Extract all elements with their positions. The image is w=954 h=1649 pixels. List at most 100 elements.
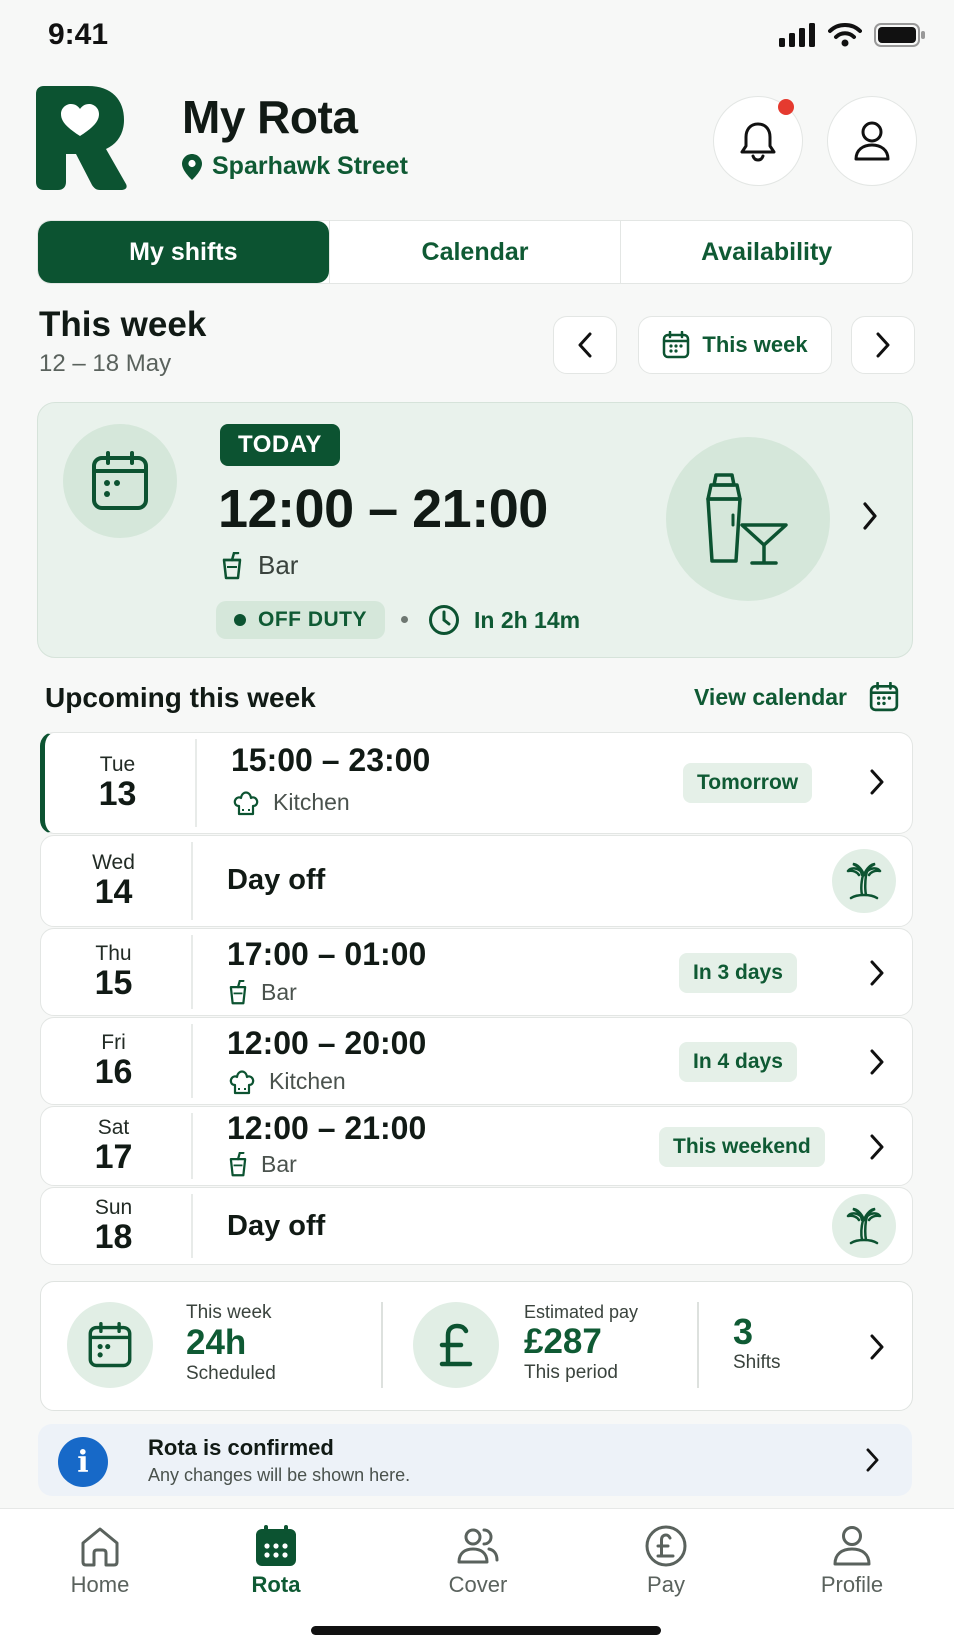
pay-summary: Estimated pay £287 This period [524,1302,638,1384]
previous-week-button[interactable] [553,316,617,374]
shift-row-sat[interactable]: Sat 17 12:00 – 21:00 Bar This weekend [40,1106,913,1186]
row-shift-time: 15:00 – 23:00 [231,742,431,778]
row-department-label: Kitchen [273,789,350,815]
tab-availability[interactable]: Availability [620,221,912,283]
app-logo [36,86,128,190]
account-button[interactable] [827,96,917,186]
shifts-summary: 3 Shifts [733,1312,781,1374]
notification-dot [778,99,794,115]
row-day-name: Tue [99,753,136,777]
row-chevron [870,960,884,986]
week-title: This week [39,305,207,344]
row-day-name: Sat [97,1116,130,1140]
today-department-label: Bar [258,550,299,580]
row-day-name: Thu [95,942,132,966]
cup-icon [229,1152,247,1177]
row-day-name: Fri [101,1031,126,1055]
chevron-right-icon [870,960,884,986]
user-icon [833,1526,871,1566]
summary-chevron [870,1334,884,1360]
row-department: Kitchen [233,789,350,816]
nav-profile[interactable]: Profile [792,1524,912,1598]
notifications-button[interactable] [713,96,803,186]
view-tabs: My shifts Calendar Availability [37,220,913,284]
status-label: OFF DUTY [258,608,367,631]
next-week-button[interactable] [851,316,915,374]
nav-pay-label: Pay [647,1572,685,1597]
shift-row-tue[interactable]: Tue 13 15:00 – 23:00 Kitchen Tomorrow [40,732,913,834]
row-department: Bar [229,979,297,1006]
row-department-label: Bar [261,1151,297,1177]
week-range: 12 – 18 May [39,350,172,377]
today-open-chevron[interactable] [862,502,878,530]
this-week-label: This week [702,332,808,357]
location-label[interactable]: Sparhawk Street [182,152,408,181]
shift-row-fri[interactable]: Fri 16 12:00 – 20:00 Kitchen In 4 days [40,1017,913,1105]
nav-pay[interactable]: Pay [606,1524,726,1598]
bell-icon [740,122,776,162]
people-icon [457,1528,499,1564]
this-week-button[interactable]: This week [638,316,832,374]
chevron-right-icon [870,769,884,795]
week-summary-card[interactable]: This week 24h Scheduled Estimated pay £2… [40,1281,913,1411]
location-pin-icon [182,153,202,180]
relative-time-badge: This weekend [659,1127,825,1167]
banner-chevron [866,1448,879,1472]
home-icon [81,1527,119,1567]
upcoming-title: Upcoming this week [45,682,316,713]
chevron-right-icon [870,1049,884,1075]
nav-rota[interactable]: Rota [216,1524,336,1598]
row-day-number: 18 [94,1218,133,1257]
today-badge: TODAY [220,424,340,466]
banner-subtitle: Any changes will be shown here. [148,1465,411,1485]
row-shift-time: 12:00 – 20:00 [227,1025,427,1061]
nav-cover[interactable]: Cover [418,1524,538,1598]
cocktail-shaker-icon [706,473,788,565]
row-divider [191,1194,193,1258]
row-date: Fri 16 [41,1018,186,1104]
status-dot [234,614,246,626]
calendar-icon [88,1322,132,1368]
status-time: 9:41 [48,18,109,51]
row-chevron [870,1049,884,1075]
pound-coin-icon [645,1525,687,1567]
hours-icon-badge [67,1302,153,1388]
chef-hat-icon [229,1069,255,1094]
signal-icon [779,23,815,47]
nav-cover-label: Cover [448,1572,508,1597]
info-icon: i [58,1437,108,1487]
pay-label: Estimated pay [524,1302,639,1322]
pay-icon-badge [413,1302,499,1388]
row-divider [195,739,197,827]
row-chevron [870,1134,884,1160]
tab-calendar[interactable]: Calendar [328,221,621,283]
row-divider [191,842,193,920]
day-off-label: Day off [227,1210,326,1242]
pay-value: £287 [524,1322,602,1361]
shift-row-thu[interactable]: Thu 15 17:00 – 01:00 Bar In 3 days [40,928,913,1016]
nav-profile-label: Profile [820,1572,884,1597]
pay-sub: This period [524,1361,618,1383]
row-day-number: 16 [94,1053,133,1092]
row-day-number: 14 [94,873,133,912]
nav-home[interactable]: Home [40,1524,160,1598]
status-badge: OFF DUTY [216,601,385,639]
row-divider [191,1113,193,1179]
user-icon [854,121,890,161]
row-department-label: Bar [261,979,297,1005]
summary-divider [381,1302,383,1388]
cup-icon [222,551,242,579]
location-text: Sparhawk Street [212,152,408,180]
day-off-badge [832,1194,896,1258]
row-shift-time: 17:00 – 01:00 [227,936,427,972]
cup-icon [229,980,247,1005]
tab-my-shifts[interactable]: My shifts [38,221,329,283]
row-date: Sun 18 [41,1188,186,1264]
view-calendar-link[interactable]: View calendar [694,682,899,712]
home-indicator [311,1626,661,1635]
row-day-number: 15 [94,964,133,1003]
shift-row-wed[interactable]: Wed 14 Day off [40,835,913,927]
summary-divider [697,1302,699,1388]
shift-row-sun[interactable]: Sun 18 Day off [40,1187,913,1265]
row-day-number: 17 [94,1138,133,1177]
